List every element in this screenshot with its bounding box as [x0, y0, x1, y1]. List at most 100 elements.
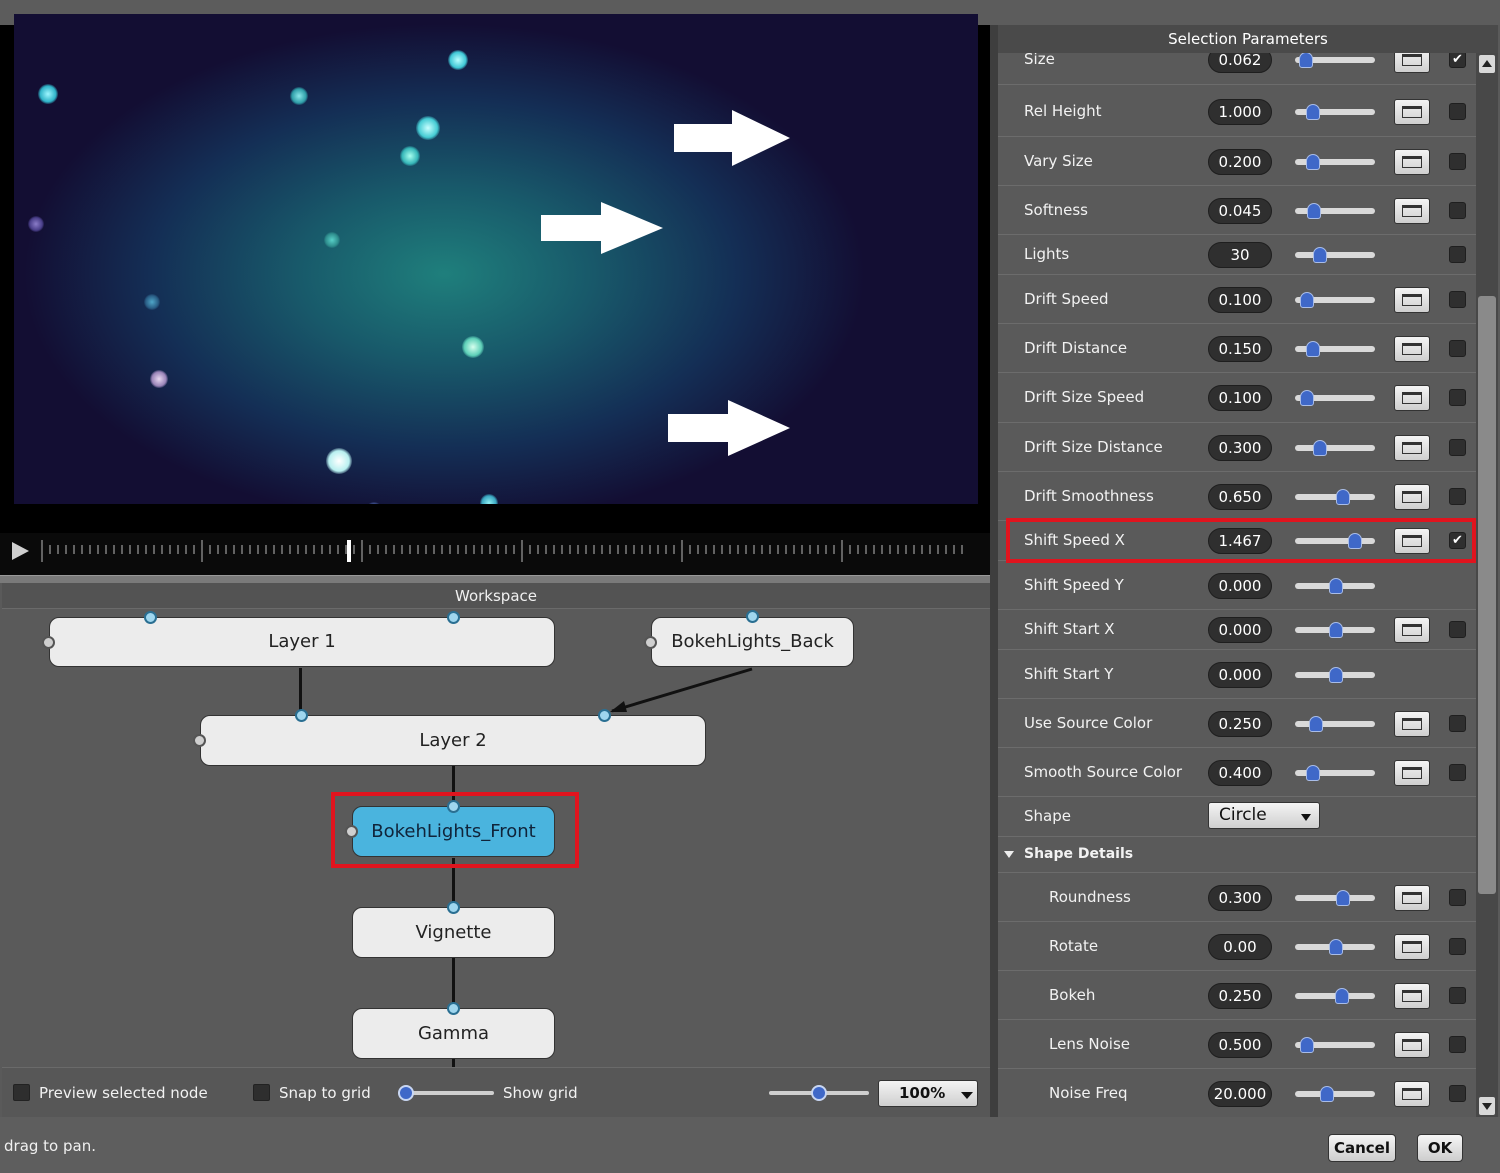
param-slider-knob[interactable]	[1306, 340, 1320, 357]
param-slider-knob[interactable]	[1306, 153, 1320, 170]
keyframe-icon[interactable]	[1394, 617, 1430, 643]
param-value-field[interactable]: 0.000	[1208, 617, 1272, 643]
zoom-dropdown[interactable]: 100%	[878, 1080, 978, 1107]
param-slider-knob[interactable]	[1299, 53, 1313, 68]
param-value-field[interactable]: 0.650	[1208, 483, 1272, 510]
param-checkbox[interactable]	[1449, 339, 1466, 357]
param-value-field[interactable]: 0.000	[1208, 572, 1272, 599]
param-slider[interactable]	[1295, 493, 1375, 500]
param-slider-knob[interactable]	[1300, 1036, 1314, 1053]
keyframe-icon[interactable]	[1394, 759, 1430, 786]
preview-canvas[interactable]	[14, 14, 978, 504]
param-slider[interactable]	[1295, 894, 1375, 901]
param-checkbox[interactable]	[1449, 246, 1466, 263]
keyframe-icon[interactable]	[1394, 483, 1430, 510]
keyframe-icon[interactable]	[1394, 982, 1430, 1009]
mask-port[interactable]	[644, 636, 657, 649]
keyframe-icon[interactable]	[1394, 434, 1430, 461]
node-layer-1[interactable]: Layer 1	[49, 617, 555, 667]
input-port[interactable]	[598, 709, 611, 722]
param-slider-knob[interactable]	[1309, 715, 1323, 732]
param-value-field[interactable]: 0.200	[1208, 148, 1272, 175]
param-slider-knob[interactable]	[1300, 291, 1314, 308]
keyframe-icon[interactable]	[1394, 148, 1430, 175]
input-port[interactable]	[447, 901, 460, 914]
shape-details-header[interactable]: Shape Details	[998, 837, 1476, 873]
param-checkbox[interactable]: ✔	[1449, 53, 1466, 68]
param-value-field[interactable]: 0.400	[1208, 759, 1272, 786]
playhead[interactable]	[347, 540, 351, 562]
mask-port[interactable]	[42, 636, 55, 649]
param-value-field[interactable]: 1.000	[1208, 99, 1272, 125]
param-value-field[interactable]: 0.500	[1208, 1031, 1272, 1058]
expand-triangle-icon[interactable]	[1004, 851, 1014, 858]
param-value-field[interactable]: 0.300	[1208, 884, 1272, 911]
param-slider-knob[interactable]	[1336, 488, 1350, 505]
panel-divider[interactable]	[990, 25, 998, 1117]
scroll-down-arrow-icon[interactable]	[1479, 1097, 1495, 1115]
param-value-field[interactable]: 0.045	[1208, 197, 1272, 224]
param-value-field[interactable]: 0.300	[1208, 434, 1272, 461]
param-checkbox[interactable]	[1449, 621, 1466, 638]
keyframe-icon[interactable]	[1394, 710, 1430, 737]
node-gamma[interactable]: Gamma	[352, 1008, 555, 1059]
scrollbar-thumb[interactable]	[1478, 296, 1496, 894]
param-slider-knob[interactable]	[1329, 666, 1343, 683]
param-slider-knob[interactable]	[1329, 577, 1343, 594]
keyframe-icon[interactable]	[1394, 99, 1430, 125]
param-checkbox[interactable]	[1449, 1084, 1466, 1102]
keyframe-icon[interactable]	[1394, 197, 1430, 224]
param-slider-knob[interactable]	[1335, 987, 1349, 1004]
input-port[interactable]	[447, 1002, 460, 1015]
input-port[interactable]	[447, 611, 460, 624]
param-value-field[interactable]: 0.250	[1208, 982, 1272, 1009]
keyframe-icon[interactable]	[1394, 335, 1430, 362]
param-slider-knob[interactable]	[1320, 1085, 1334, 1102]
ok-button[interactable]: OK	[1417, 1134, 1463, 1162]
param-checkbox[interactable]	[1449, 714, 1466, 732]
splitter[interactable]	[0, 575, 990, 583]
keyframe-icon[interactable]	[1394, 933, 1430, 960]
param-value-field[interactable]: 0.150	[1208, 335, 1272, 362]
param-checkbox[interactable]	[1449, 438, 1466, 456]
param-checkbox[interactable]	[1449, 290, 1466, 308]
param-slider-knob[interactable]	[1300, 390, 1314, 406]
param-checkbox[interactable]	[1449, 986, 1466, 1004]
param-checkbox[interactable]	[1449, 1035, 1466, 1053]
param-value-field[interactable]: 0.00	[1208, 933, 1272, 960]
keyframe-icon[interactable]	[1394, 1080, 1430, 1107]
node-layer-2[interactable]: Layer 2	[200, 715, 706, 766]
snap-to-grid-checkbox[interactable]	[253, 1084, 270, 1101]
input-port[interactable]	[295, 709, 308, 722]
param-slider-knob[interactable]	[1306, 104, 1320, 120]
param-slider-knob[interactable]	[1313, 439, 1327, 456]
param-slider-knob[interactable]	[1329, 622, 1343, 638]
param-value-field[interactable]: 20.000	[1208, 1080, 1272, 1107]
keyframe-icon[interactable]	[1394, 1031, 1430, 1058]
node-bokehlights-back[interactable]: BokehLights_Back	[651, 617, 854, 667]
scroll-up-arrow-icon[interactable]	[1479, 55, 1495, 73]
preview-selected-checkbox[interactable]	[13, 1084, 30, 1101]
param-value-field[interactable]: 0.100	[1208, 385, 1272, 411]
param-checkbox[interactable]	[1449, 937, 1466, 955]
param-slider[interactable]	[1295, 252, 1375, 258]
param-value-field[interactable]: 0.100	[1208, 286, 1272, 313]
shape-dropdown[interactable]: Circle	[1208, 802, 1320, 829]
grid-size-slider-knob[interactable]	[398, 1085, 414, 1101]
keyframe-icon[interactable]	[1394, 385, 1430, 411]
param-slider-knob[interactable]	[1307, 202, 1321, 219]
param-slider-knob[interactable]	[1329, 938, 1343, 955]
keyframe-icon[interactable]	[1394, 286, 1430, 313]
param-value-field[interactable]: 30	[1208, 242, 1272, 268]
timeline-ruler[interactable]	[40, 540, 968, 564]
param-slider-knob[interactable]	[1313, 247, 1327, 263]
param-checkbox[interactable]	[1449, 487, 1466, 505]
param-slider-knob[interactable]	[1306, 764, 1320, 781]
param-checkbox[interactable]	[1449, 763, 1466, 781]
param-slider[interactable]	[1295, 1090, 1375, 1097]
param-value-field[interactable]: 0.000	[1208, 661, 1272, 688]
input-port[interactable]	[746, 610, 759, 623]
param-slider[interactable]	[1295, 720, 1375, 727]
param-checkbox[interactable]	[1449, 201, 1466, 219]
param-slider[interactable]	[1295, 444, 1375, 451]
